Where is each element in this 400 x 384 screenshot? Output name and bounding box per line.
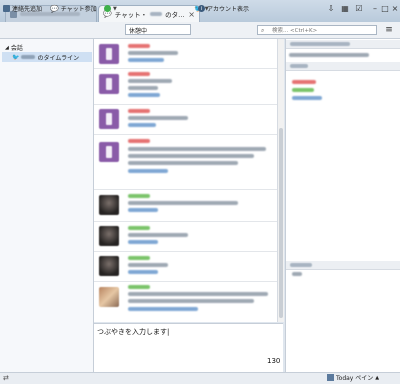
today-pane-label: Today ペイン [336, 375, 374, 382]
tweet-item[interactable] [94, 104, 277, 135]
status-selector[interactable]: ▼ [104, 3, 117, 14]
scrollbar-thumb[interactable] [279, 128, 283, 318]
download-icon[interactable]: ⇩ [326, 4, 336, 13]
tweet-meta [128, 208, 158, 212]
participant-name[interactable] [292, 88, 314, 92]
chat-bubble-icon: 💬 [50, 4, 59, 13]
avatar [99, 74, 119, 94]
character-counter: 130 [267, 357, 281, 365]
collapse-arrow-icon: ◢ [5, 44, 9, 51]
tweet-text [128, 233, 188, 237]
search-icon: ⌕ [261, 27, 265, 34]
info-icon: i [198, 5, 205, 12]
tweet-author [128, 194, 150, 198]
tasks-icon[interactable]: ☑ [354, 4, 364, 13]
tweet-text [128, 86, 158, 90]
tweet-meta [128, 93, 160, 97]
close-icon[interactable]: × [390, 4, 400, 13]
calendar-icon [327, 374, 334, 381]
tweet-meta [128, 307, 198, 311]
add-contact-label: 連絡先追加 [12, 6, 43, 13]
show-account-label: アカウント表示 [207, 6, 250, 13]
tab-label-blurred [150, 12, 163, 16]
panel-header [286, 62, 400, 71]
tweet-meta [128, 169, 168, 173]
tweet-meta [128, 58, 164, 62]
avatar [99, 287, 119, 307]
tweet-text [128, 263, 168, 267]
tweet-author [128, 139, 150, 143]
avatar [99, 44, 119, 64]
maximize-icon[interactable]: □ [380, 4, 390, 13]
tweet-text [128, 79, 172, 83]
avatar [99, 142, 119, 162]
participant-name[interactable] [292, 80, 316, 84]
avatar [99, 195, 119, 215]
tweet-text [128, 51, 178, 55]
timeline[interactable] [94, 39, 278, 322]
tweet-author [128, 285, 150, 289]
tweet-item[interactable] [94, 281, 277, 322]
tweet-item[interactable] [94, 39, 277, 69]
avatar [99, 109, 119, 129]
tweet-author [128, 226, 150, 230]
tweet-author [128, 72, 150, 76]
address-book-icon [3, 5, 10, 12]
twitter-bird-icon: 🐦 [12, 53, 20, 61]
calendar-icon[interactable]: ▦ [340, 4, 350, 13]
connection-icon[interactable]: ⇄ [3, 374, 9, 382]
tweet-text [128, 116, 188, 120]
tweet-item[interactable] [94, 68, 277, 105]
tweet-item[interactable] [94, 221, 277, 252]
tweet-item[interactable] [94, 189, 277, 222]
tweet-meta [128, 270, 158, 274]
tweet-author [128, 256, 150, 260]
participant-name[interactable] [292, 96, 322, 100]
join-chat-button[interactable]: 💬 チャット参加 [50, 3, 97, 14]
menu-icon[interactable]: ≡ [384, 25, 394, 35]
tweet-text [128, 161, 238, 165]
tweet-text [128, 154, 254, 158]
tweet-text [128, 201, 238, 205]
tweet-meta [128, 240, 158, 244]
compose-input-text[interactable]: つぶやきを入力します| [97, 327, 169, 337]
sidebar-item-label: のタイムライン [37, 54, 80, 62]
show-account-button[interactable]: i アカウント表示 [198, 3, 249, 14]
status-message-text: 休憩中 [129, 28, 148, 35]
tweet-text [128, 299, 254, 303]
today-pane-toggle[interactable]: Today ペイン ▲ [327, 373, 379, 382]
join-chat-label: チャット参加 [60, 6, 97, 13]
panel-header-blurred [290, 64, 308, 68]
panel-text [292, 272, 302, 276]
tweet-text [128, 292, 268, 296]
tweet-text [128, 147, 266, 151]
sidebar [0, 39, 94, 372]
tweet-item[interactable] [94, 134, 277, 190]
tab-label: チャット・ [114, 11, 148, 19]
panel-header [286, 261, 400, 270]
panel-header-blurred [290, 42, 350, 46]
sidebar-item-blurred [21, 55, 36, 59]
search-placeholder: 検索... <Ctrl+K> [272, 28, 318, 34]
panel-header-blurred [290, 263, 312, 267]
tweet-item[interactable] [94, 251, 277, 282]
chevron-down-icon: ▼ [113, 5, 117, 12]
sidebar-group-conversations[interactable]: ◢ 会話 [5, 43, 23, 53]
tweet-author [128, 109, 150, 113]
avatar [99, 256, 119, 276]
add-contact-button[interactable]: 連絡先追加 [3, 3, 42, 14]
status-message-field[interactable]: 休憩中 [125, 24, 191, 35]
avatar [99, 226, 119, 246]
tweet-author [128, 44, 150, 48]
panel-text [289, 53, 369, 57]
minimize-icon[interactable]: – [370, 4, 380, 13]
search-input[interactable]: ⌕ 検索... <Ctrl+K> [257, 25, 377, 35]
status-dot-icon [104, 5, 111, 12]
panel-header [286, 40, 400, 49]
sidebar-group-label: 会話 [10, 45, 23, 52]
sidebar-item-timeline[interactable]: 🐦 のタイムライン [2, 52, 92, 62]
chevron-up-icon: ▲ [375, 374, 380, 381]
tab-label-suffix: のタ… [165, 11, 185, 19]
tweet-meta [128, 123, 156, 127]
